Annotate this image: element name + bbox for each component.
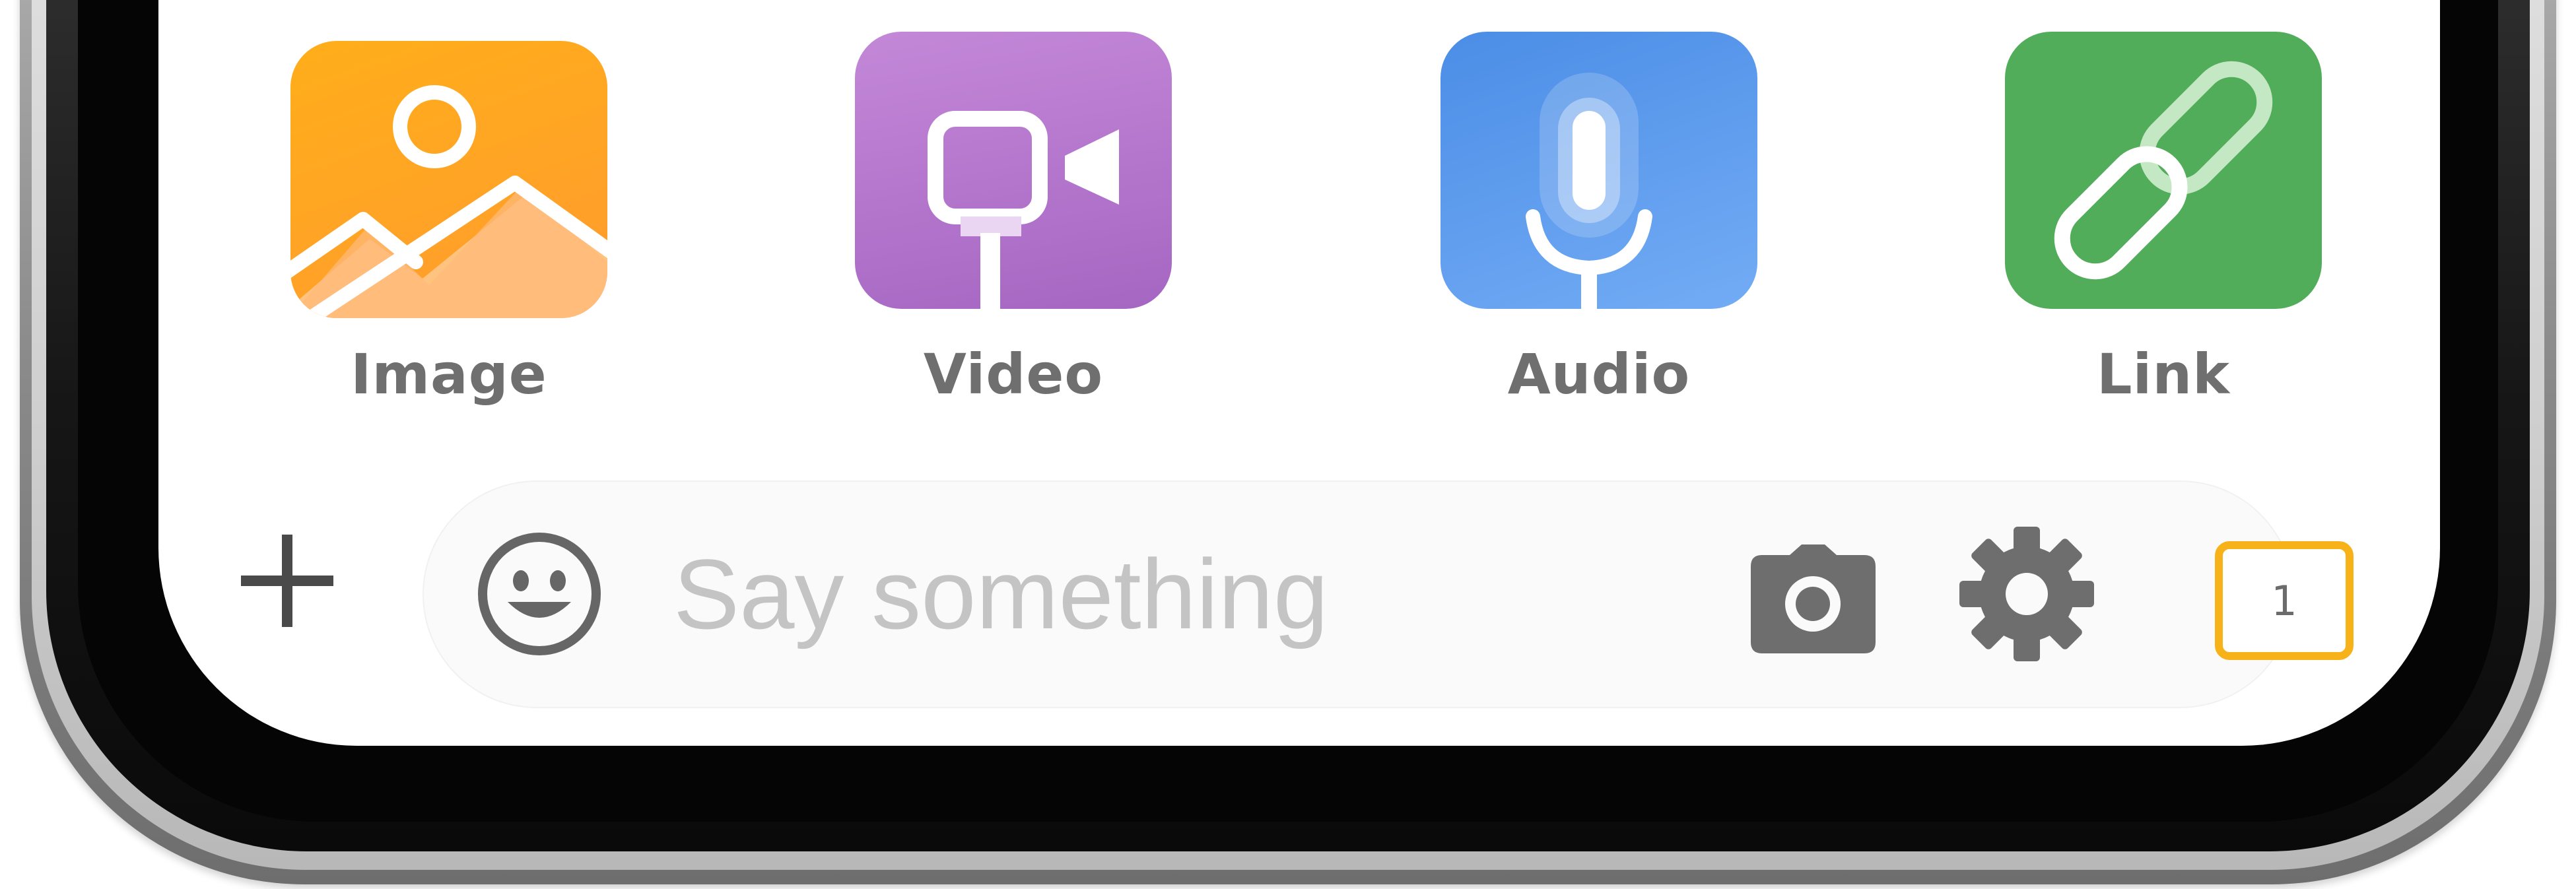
emoji-button[interactable]	[473, 528, 605, 660]
video-camera-icon	[928, 111, 1119, 309]
attach-audio-label: Audio	[1507, 342, 1691, 407]
attach-video-button[interactable]	[855, 32, 1172, 309]
camera-button[interactable]	[1749, 543, 1878, 655]
attach-link-label: Link	[2097, 342, 2230, 407]
camera-icon	[1751, 544, 1876, 653]
settings-button[interactable]	[1957, 525, 2096, 663]
phone-screen: Image Video Audio Link Say something 1	[158, 0, 2440, 746]
attach-link-button[interactable]	[2005, 32, 2322, 309]
phone-screenshot: Image Video Audio Link Say something 1	[0, 0, 2576, 889]
pending-count-badge[interactable]: 1	[2215, 541, 2354, 660]
attach-video-label: Video	[923, 342, 1104, 407]
attach-audio-button[interactable]	[1441, 32, 1757, 309]
gear-icon	[1959, 527, 2094, 661]
image-icon	[290, 85, 607, 318]
plus-icon	[241, 535, 333, 627]
add-attachment-button[interactable]	[234, 528, 340, 634]
attach-image-label: Image	[351, 342, 547, 407]
link-icon	[2054, 61, 2273, 280]
pending-count-value: 1	[2271, 576, 2297, 625]
message-input[interactable]	[673, 528, 1796, 660]
smiley-face-icon	[478, 533, 601, 655]
attach-image-button[interactable]	[290, 41, 607, 318]
microphone-icon	[1526, 73, 1652, 309]
